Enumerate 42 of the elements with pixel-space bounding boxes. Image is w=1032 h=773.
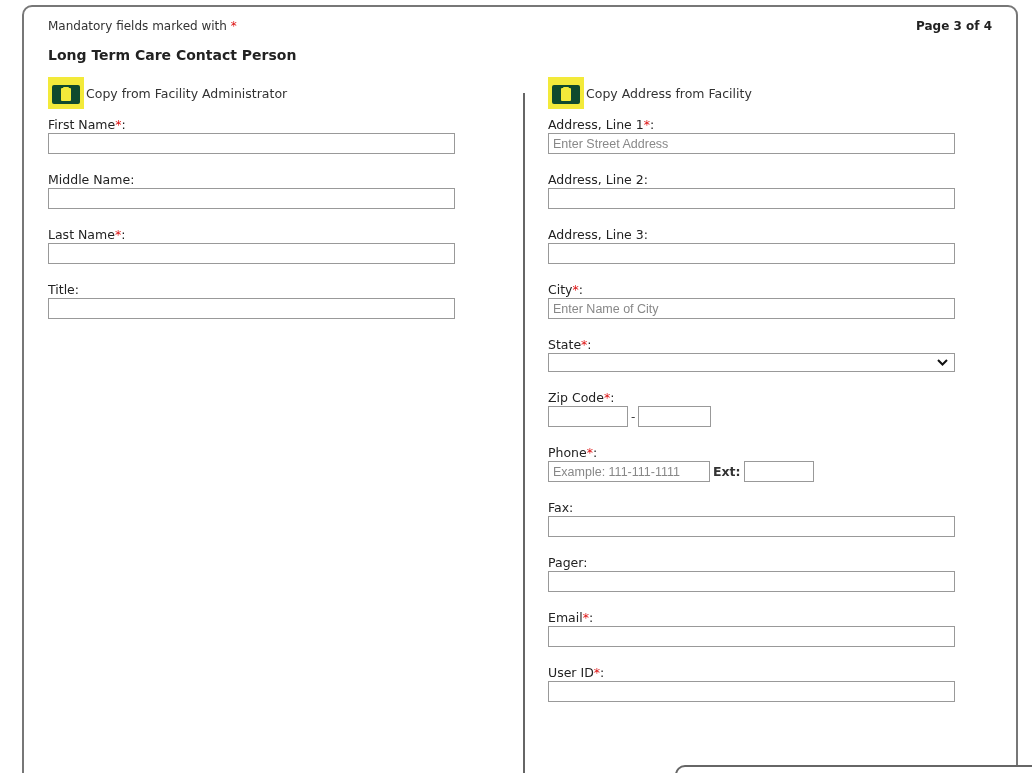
field-label: Fax: <box>548 500 575 515</box>
field-label: City*: <box>548 282 584 297</box>
text-field[interactable] <box>548 571 955 592</box>
chevron-down-icon <box>937 359 948 366</box>
field-label: Phone*: <box>548 445 599 460</box>
text-field[interactable] <box>548 681 955 702</box>
text-field[interactable] <box>48 133 455 154</box>
field-label: First Name*: <box>48 117 127 132</box>
ext-label: Ext: <box>713 464 741 479</box>
text-field[interactable] <box>48 243 455 264</box>
text-field[interactable] <box>48 188 455 209</box>
state-dropdown[interactable] <box>548 353 955 372</box>
text-field[interactable] <box>548 188 955 209</box>
text-field[interactable] <box>548 626 955 647</box>
page-indicator: Page 3 of 4 <box>916 19 992 33</box>
text-field[interactable] <box>548 243 955 264</box>
field-label: User ID*: <box>548 665 606 680</box>
clipboard-icon <box>48 77 84 109</box>
field-label: Email*: <box>548 610 595 625</box>
field-label: Address, Line 2: <box>548 172 649 187</box>
ext-field[interactable] <box>743 461 814 482</box>
text-field[interactable] <box>48 298 455 319</box>
field-label: Address, Line 1*: <box>548 117 656 132</box>
field-label: Pager: <box>548 555 589 570</box>
zip-field[interactable] <box>548 406 628 427</box>
zip-extension-field[interactable] <box>638 406 712 427</box>
field-label: Middle Name: <box>48 172 136 187</box>
field-label: Last Name*: <box>48 227 127 242</box>
section-title: Long Term Care Contact Person <box>48 47 298 63</box>
text-field[interactable] <box>548 516 955 537</box>
text-field[interactable]: Enter Name of City <box>548 298 955 319</box>
field-label: State*: <box>548 337 593 352</box>
copy-button[interactable]: Copy Address from Facility <box>548 77 992 109</box>
clipboard-icon <box>548 77 584 109</box>
zip-separator: - <box>631 409 636 424</box>
mandatory-note: Mandatory fields marked with * <box>48 19 237 33</box>
text-field[interactable]: Enter Street Address <box>548 133 955 154</box>
copy-button[interactable]: Copy from Facility Administrator <box>48 77 523 109</box>
phone-field[interactable]: Example: 111-111-1111 <box>548 461 710 482</box>
field-label: Address, Line 3: <box>548 227 649 242</box>
field-label: Title: <box>48 282 80 297</box>
field-label: Zip Code*: <box>548 390 616 405</box>
